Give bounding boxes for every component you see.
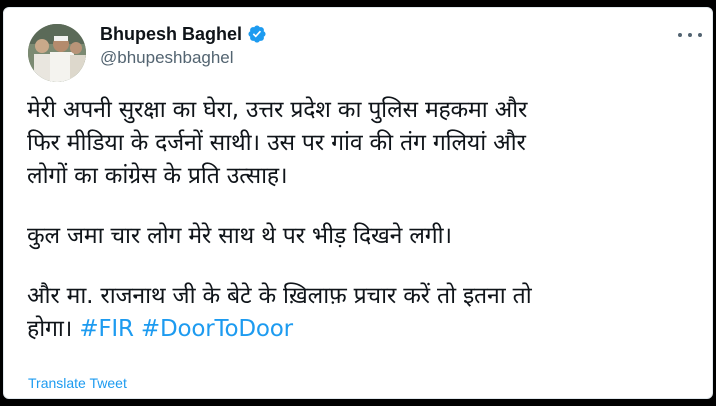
- author-name[interactable]: Bhupesh Baghel: [100, 24, 242, 45]
- author-name-row: Bhupesh Baghel: [100, 22, 267, 46]
- tweet-line: और मा. राजनाथ जी के बेटे के ख़िलाफ़ प्रच…: [27, 283, 532, 309]
- tweet-paragraph-1: मेरी अपनी सुरक्षा का घेरा, उत्तर प्रदेश …: [27, 94, 697, 193]
- tweet-paragraph-2: कुल जमा चार लोग मेरे साथ थे पर भीड़ दिखन…: [27, 220, 697, 253]
- tweet-line: कुल जमा चार लोग मेरे साथ थे पर भीड़ दिखन…: [27, 223, 452, 249]
- verified-badge-icon: [247, 24, 267, 44]
- tweet-paragraph-3: और मा. राजनाथ जी के बेटे के ख़िलाफ़ प्रच…: [27, 280, 697, 346]
- tweet-author: Bhupesh Baghel @bhupeshbaghel: [100, 22, 267, 68]
- translate-tweet-link[interactable]: Translate Tweet: [28, 375, 127, 391]
- tweet-text: मेरी अपनी सुरक्षा का घेरा, उत्तर प्रदेश …: [27, 94, 697, 346]
- hashtag-fir[interactable]: #FIR: [79, 316, 134, 342]
- tweet-line: लोगों का कांग्रेस के प्रति उत्साह।: [27, 163, 288, 189]
- tweet-line: मेरी अपनी सुरक्षा का घेरा, उत्तर प्रदेश …: [27, 97, 528, 123]
- avatar[interactable]: [28, 24, 86, 82]
- tweet-card: Bhupesh Baghel @bhupeshbaghel मेरी अपनी …: [3, 7, 713, 399]
- tweet-line: फिर मीडिया के दर्जनों साथी। उस पर गांव क…: [27, 130, 526, 156]
- more-options-icon[interactable]: [678, 30, 702, 40]
- hashtag-doortodoor[interactable]: #DoorToDoor: [141, 316, 293, 342]
- tweet-line: होगा।: [27, 316, 73, 342]
- screenshot-frame: Bhupesh Baghel @bhupeshbaghel मेरी अपनी …: [0, 0, 716, 406]
- avatar-photo: [28, 24, 86, 82]
- author-handle[interactable]: @bhupeshbaghel: [100, 48, 267, 68]
